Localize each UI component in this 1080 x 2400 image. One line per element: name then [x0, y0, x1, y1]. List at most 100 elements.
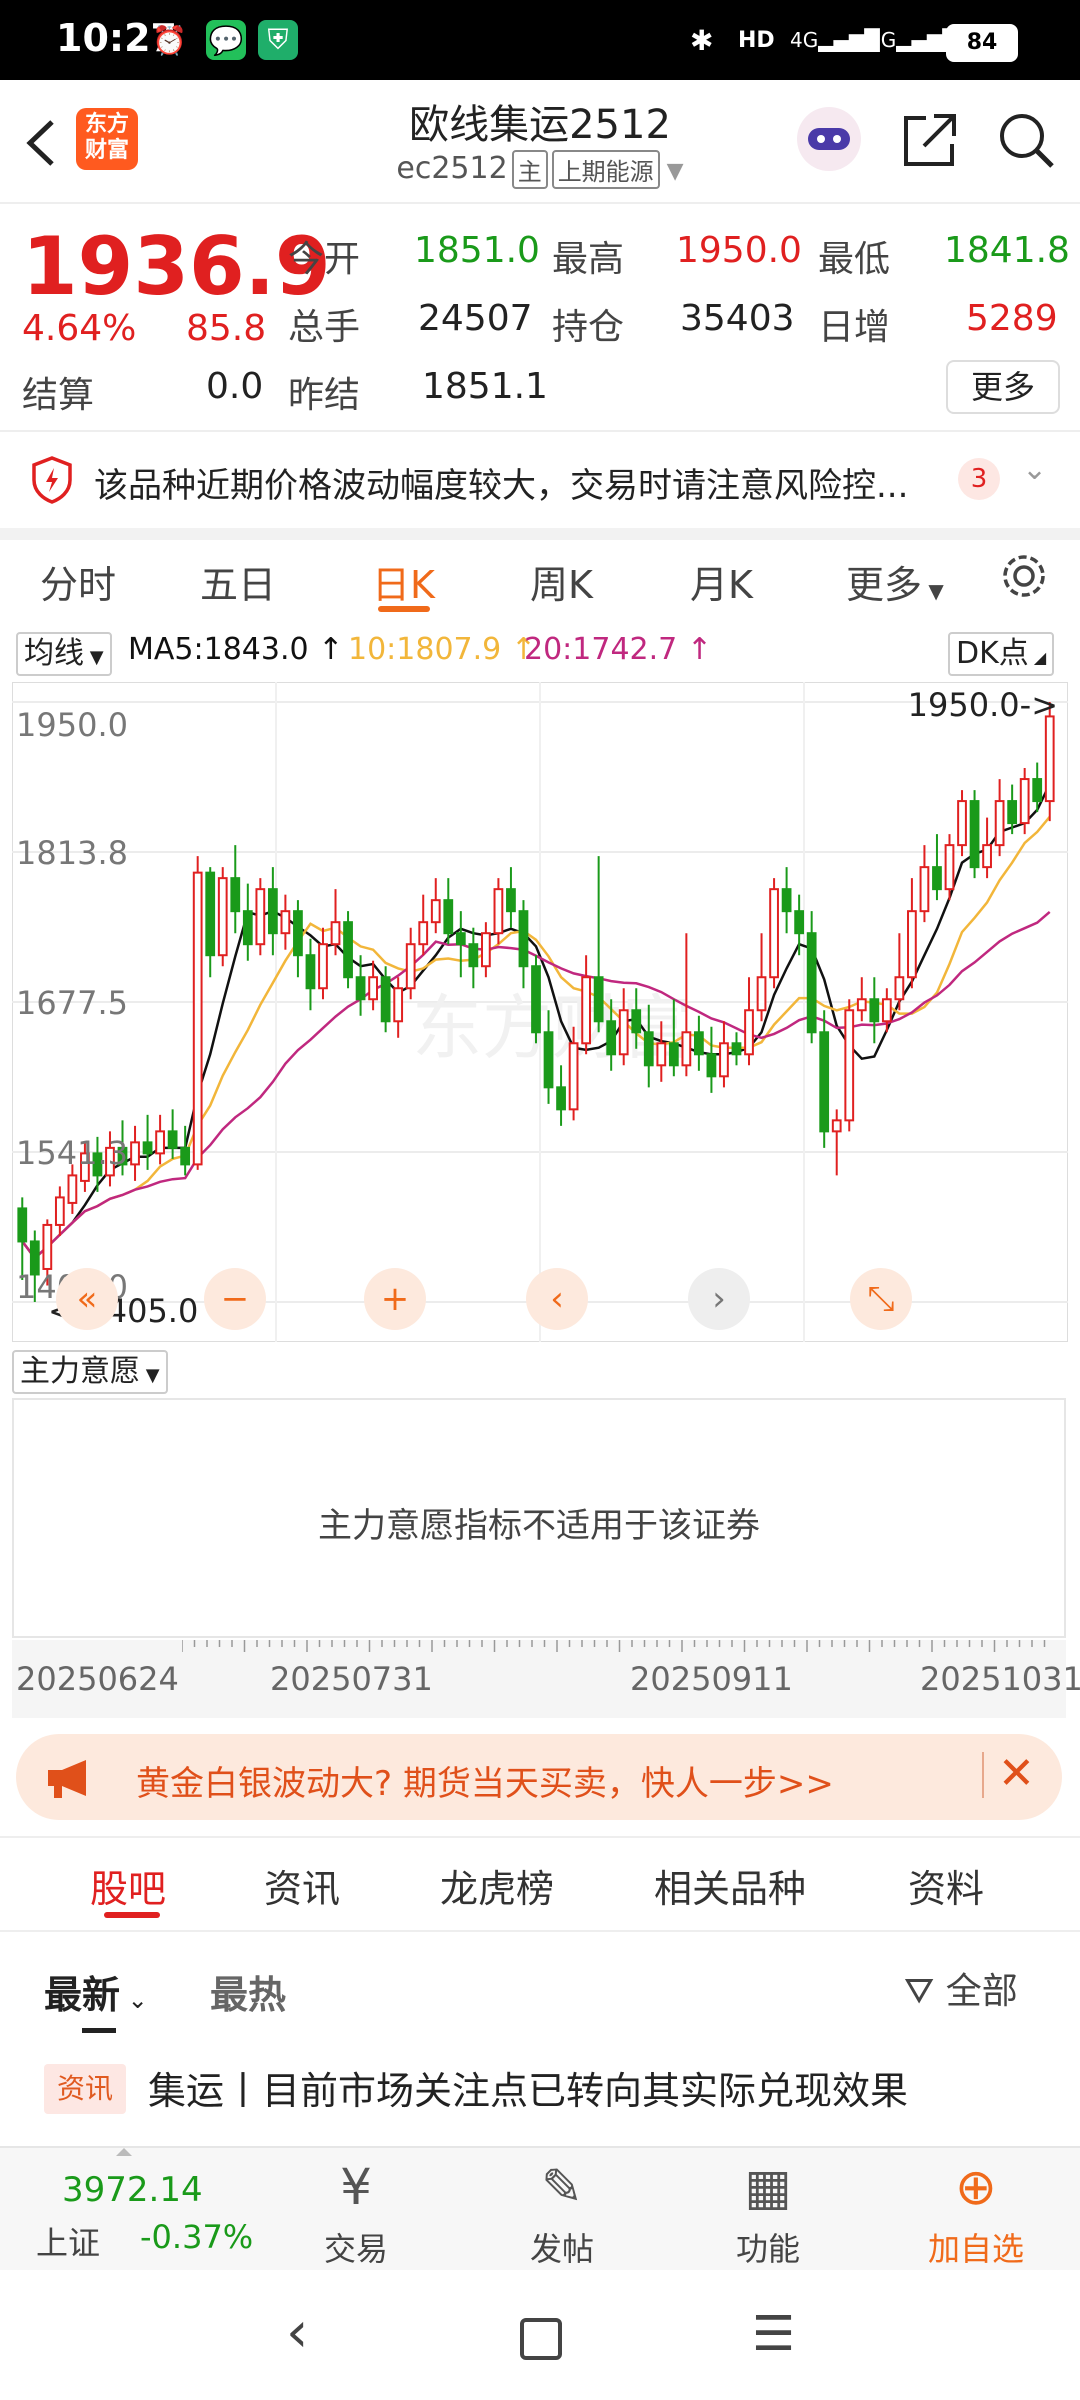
filter-label: 全部	[945, 1971, 1018, 2012]
candle-down	[380, 976, 391, 1023]
candle-up	[67, 1174, 78, 1204]
candle-down	[781, 888, 792, 913]
y-tick-label: 1541.3	[16, 1134, 128, 1172]
zoom-in-icon[interactable]: +	[364, 1268, 426, 1330]
candle-down	[694, 1031, 704, 1056]
promo-banner[interactable]: 黄金白银波动大? 期货当天买卖，快人一步>> ✕	[16, 1734, 1062, 1820]
kline-chart[interactable]: 东方财富 1950.01813.81677.51541.31405.0 1950…	[12, 682, 1068, 1342]
candle-down	[869, 998, 880, 1023]
indicator-selector-label: 主力意愿	[20, 1354, 140, 1389]
edit-icon: ✎	[541, 2158, 583, 2216]
candle-down	[443, 899, 454, 935]
ma5-value: MA5:1843.0	[128, 632, 309, 667]
candle-up	[280, 910, 291, 935]
index-change: -0.37%	[140, 2218, 254, 2256]
indicator-selector-button[interactable]: 主力意愿 ▼	[12, 1350, 168, 1394]
open-interest-label: 持仓	[552, 307, 625, 348]
tab-intraday[interactable]: 分时	[40, 554, 116, 609]
more-quote-button[interactable]: 更多	[946, 360, 1060, 414]
functions-label: 功能	[735, 2230, 800, 2268]
close-icon[interactable]: ✕	[998, 1748, 1035, 1799]
sort-latest[interactable]: 最新 ⌄	[44, 1964, 148, 2019]
index-ticker[interactable]: 3972.14 上证 -0.37%	[0, 2148, 254, 2272]
tab-forum[interactable]: 股吧	[90, 1858, 166, 1913]
tab-profile[interactable]: 资料	[908, 1858, 984, 1913]
section-tab-indicator	[104, 1912, 160, 1918]
candle-up	[681, 1031, 692, 1067]
post-button[interactable]: ✎ 发帖	[492, 2148, 632, 2272]
last-price: 1936.9	[22, 220, 331, 313]
post-label: 发帖	[529, 2230, 594, 2268]
open-value: 1851.0	[414, 230, 540, 271]
trade-button[interactable]: ¥ 交易	[286, 2148, 426, 2272]
news-headline[interactable]: 集运丨目前市场关注点已转向其实际兑现效果	[148, 2060, 908, 2115]
arrow-up-icon: ↑	[686, 632, 712, 667]
bluetooth-icon: ✱	[690, 23, 714, 57]
add-watchlist-button[interactable]: ⊕ 加自选	[906, 2148, 1046, 2272]
candle-up	[430, 899, 441, 924]
candle-up	[769, 888, 779, 979]
candle-up	[957, 800, 967, 847]
sort-hot[interactable]: 最热	[210, 1964, 286, 2019]
nav-menu-icon[interactable]: ☰	[752, 2306, 795, 2362]
risk-notice-bar[interactable]: 该品种近期价格波动幅度较大，交易时请注意风险控... 3 ⌄	[0, 430, 1080, 540]
tab-dragon-tiger[interactable]: 龙虎榜	[440, 1858, 554, 1913]
zoom-out-icon[interactable]: −	[204, 1268, 266, 1330]
arrow-up-icon: ↑	[318, 632, 344, 667]
tab-related[interactable]: 相关品种	[654, 1858, 806, 1913]
candle-down	[806, 932, 817, 1034]
trade-label: 交易	[323, 2230, 388, 2268]
settings-gear-icon[interactable]	[998, 550, 1050, 602]
ma-selector-button[interactable]: 均线 ▼	[16, 632, 112, 676]
candle-down	[17, 1207, 28, 1243]
dropdown-icon: ▼	[922, 579, 944, 603]
candle-up	[856, 998, 867, 1012]
daily-increase-label: 日增	[818, 307, 891, 348]
tab-five-day[interactable]: 五日	[200, 554, 276, 609]
candle-down	[343, 921, 353, 979]
promo-divider	[982, 1752, 984, 1798]
tab-weekly-k[interactable]: 周K	[530, 554, 593, 609]
main-contract-tag: 主	[511, 150, 548, 189]
search-icon[interactable]	[996, 110, 1056, 170]
functions-button[interactable]: ▦ 功能	[698, 2148, 838, 2272]
tab-daily-k[interactable]: 日K	[372, 554, 435, 609]
nav-home-icon[interactable]	[520, 2318, 562, 2360]
megaphone-icon	[48, 1760, 86, 1798]
scroll-right-icon[interactable]: ›	[688, 1268, 750, 1330]
candle-up	[568, 1042, 579, 1111]
date-label-3: 20250911	[630, 1660, 793, 1698]
candle-up	[1044, 715, 1055, 803]
section-divider	[0, 1836, 1080, 1838]
settlement-label: 结算	[22, 375, 95, 416]
dk-point-button[interactable]: DK点 ◢	[948, 632, 1055, 676]
scroll-left-icon[interactable]: ‹	[526, 1268, 588, 1330]
filter-button[interactable]: ⛛ 全部	[904, 1962, 1018, 2014]
share-icon[interactable]	[900, 110, 960, 170]
nav-back-icon[interactable]: ‹	[286, 2300, 308, 2365]
candle-down	[593, 976, 604, 1023]
candle-down	[556, 1086, 566, 1111]
sort-active-indicator	[82, 2028, 116, 2033]
y-tick-label: 1677.5	[16, 984, 128, 1022]
candle-down	[242, 910, 253, 946]
date-label-end: 20251031	[920, 1660, 1080, 1698]
chevron-down-icon[interactable]: ⌄	[1022, 452, 1047, 487]
open-label: 今开	[288, 239, 361, 280]
ticker-expand-icon	[116, 2148, 132, 2156]
change-amount: 85.8	[186, 308, 267, 349]
candle-down	[167, 1130, 178, 1149]
tab-monthly-k[interactable]: 月K	[690, 554, 753, 609]
ma10-value: 10:1807.9	[348, 632, 502, 667]
tab-news[interactable]: 资讯	[264, 1858, 340, 1913]
assistant-robot-icon[interactable]	[794, 104, 864, 174]
candle-down	[230, 877, 241, 913]
fullscreen-icon[interactable]: ⤡	[850, 1268, 912, 1330]
prev-settlement-value: 1851.1	[422, 366, 548, 407]
candle-up	[744, 1009, 754, 1056]
candle-down	[142, 1141, 153, 1155]
tab-more[interactable]: 更多 ▼	[846, 554, 944, 609]
date-axis-ticks	[182, 1640, 1046, 1652]
scroll-to-start-icon[interactable]: «	[56, 1268, 118, 1330]
add-circle-icon: ⊕	[955, 2158, 997, 2216]
